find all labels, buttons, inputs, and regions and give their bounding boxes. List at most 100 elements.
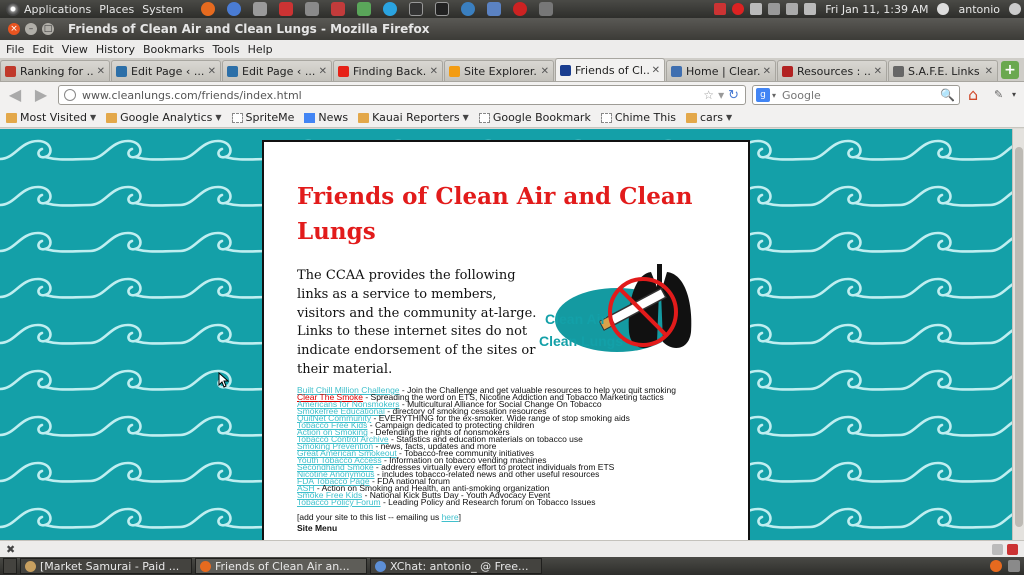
tab-close-icon[interactable]: ✕: [430, 66, 438, 77]
vertical-scrollbar[interactable]: [1012, 129, 1024, 540]
site-identity-icon[interactable]: [64, 89, 76, 101]
panel-launchers: [195, 2, 559, 16]
acrobat-launcher-icon[interactable]: [331, 2, 346, 16]
menu-view[interactable]: View: [62, 43, 88, 56]
bookmark-news[interactable]: News: [304, 111, 348, 124]
addon-dropdown-icon[interactable]: ▾: [1012, 90, 1016, 99]
package-launcher-icon[interactable]: [253, 2, 268, 16]
battery-icon[interactable]: [768, 3, 781, 15]
tab-8[interactable]: S.A.F.E. Links ✕: [888, 60, 998, 81]
menu-bookmarks[interactable]: Bookmarks: [143, 43, 204, 56]
shopping-launcher-icon[interactable]: [357, 2, 372, 16]
top-menu-applications[interactable]: Applications: [24, 3, 91, 16]
media-launcher-icon[interactable]: [279, 2, 294, 16]
wifi-icon[interactable]: [786, 3, 799, 15]
panel-clock[interactable]: Fri Jan 11, 1:39 AM: [825, 3, 928, 16]
search-engine-icon[interactable]: g: [756, 88, 770, 102]
taskbar-item-2[interactable]: XChat: antonio_ @ Free...: [370, 558, 542, 574]
show-desktop-button[interactable]: [3, 558, 17, 574]
tab-3[interactable]: Finding Back... ✕: [333, 60, 443, 81]
addon-icon[interactable]: ✎: [994, 88, 1003, 101]
window-title-bar[interactable]: × – □ Friends of Clean Air and Clean Lun…: [0, 18, 1024, 40]
monitor-launcher-icon[interactable]: [409, 2, 424, 16]
tab-close-icon[interactable]: ✕: [541, 66, 549, 77]
taskbar-item-1[interactable]: Friends of Clean Air an...: [195, 558, 367, 574]
home-icon[interactable]: ⌂: [968, 87, 986, 103]
top-menu-places[interactable]: Places: [99, 3, 134, 16]
reload-icon[interactable]: ↻: [728, 88, 739, 103]
top-menu-system[interactable]: System: [142, 3, 183, 16]
tab-close-icon[interactable]: ✕: [874, 66, 882, 77]
status-close-icon[interactable]: ✖: [6, 543, 15, 556]
tab-favicon-icon: [116, 65, 127, 77]
menu-help[interactable]: Help: [248, 43, 273, 56]
panel-user[interactable]: antonio: [958, 3, 1000, 16]
page-title: Friends of Clean Air and Clean Lungs: [297, 183, 693, 245]
taskbar-item-0[interactable]: [Market Samurai - Paid ...: [20, 558, 192, 574]
tab-0[interactable]: Ranking for ... ✕: [0, 60, 110, 81]
help-launcher-icon[interactable]: [227, 2, 242, 16]
tab-close-icon[interactable]: ✕: [208, 66, 216, 77]
tool-launcher-icon[interactable]: [513, 2, 528, 16]
terminal-launcher-icon[interactable]: [435, 2, 450, 16]
tab-4[interactable]: Site Explorer... ✕: [444, 60, 554, 81]
taskbar: [Market Samurai - Paid ... Friends of Cle…: [0, 557, 1024, 575]
menu-edit[interactable]: Edit: [32, 43, 53, 56]
url-bar[interactable]: www.cleanlungs.com/friends/index.html ☆ …: [58, 85, 746, 105]
tab-1[interactable]: Edit Page ‹ ... ✕: [111, 60, 221, 81]
firefox-tray-icon[interactable]: [990, 560, 1002, 572]
alert-icon[interactable]: [732, 3, 745, 15]
window-maximize-button[interactable]: □: [42, 23, 54, 35]
bookmark-chime-this[interactable]: Chime This: [600, 111, 676, 124]
search-input[interactable]: [782, 88, 933, 102]
firefox-launcher-icon[interactable]: [201, 2, 216, 16]
tab-7[interactable]: Resources : ... ✕: [777, 60, 887, 81]
bookmark-star-icon[interactable]: ☆: [703, 88, 714, 102]
resource-link[interactable]: Tobacco Policy Forum: [297, 497, 381, 507]
bookmark-kauai-reporters[interactable]: Kauai Reporters ▼: [358, 111, 469, 124]
menu-file[interactable]: File: [6, 43, 24, 56]
window-close-button[interactable]: ×: [8, 23, 20, 35]
bookmark-spriteme[interactable]: SpriteMe: [231, 111, 294, 124]
tab-2[interactable]: Edit Page ‹ ... ✕: [222, 60, 332, 81]
email-here-link[interactable]: here: [442, 512, 459, 522]
tab-close-icon[interactable]: ✕: [319, 66, 327, 77]
network-launcher-icon[interactable]: [461, 2, 476, 16]
url-text[interactable]: www.cleanlungs.com/friends/index.html: [82, 89, 703, 102]
url-dropdown-icon[interactable]: ▾: [718, 88, 724, 102]
wand-launcher-icon[interactable]: [539, 2, 554, 16]
ubuntu-logo-icon[interactable]: [6, 2, 20, 16]
pencil-launcher-icon[interactable]: [305, 2, 320, 16]
search-icon[interactable]: 🔍: [940, 88, 955, 102]
menu-tools[interactable]: Tools: [212, 43, 239, 56]
tab-close-icon[interactable]: ✕: [97, 66, 105, 77]
bookmark-google-analytics[interactable]: Google Analytics ▼: [106, 111, 222, 124]
page-viewport[interactable]: Friends of Clean Air and Clean Lungs The…: [0, 129, 1012, 540]
cpu-monitor-icon[interactable]: [714, 3, 727, 15]
tab-close-icon[interactable]: ✕: [652, 65, 660, 76]
mail-icon[interactable]: [750, 3, 763, 15]
bookmark-page-icon: [600, 112, 612, 123]
scrollbar-thumb[interactable]: [1015, 147, 1023, 527]
new-tab-button[interactable]: +: [1001, 61, 1019, 79]
window-minimize-button[interactable]: –: [25, 23, 37, 35]
power-icon[interactable]: [1009, 3, 1021, 15]
clipboard-icon[interactable]: [992, 543, 1003, 555]
bookmark-cars[interactable]: cars ▼: [686, 111, 732, 124]
bookmark-most-visited[interactable]: Most Visited ▼: [6, 111, 96, 124]
workspace-switcher-icon[interactable]: [1008, 560, 1020, 572]
search-bar[interactable]: g ▾ 🔍: [752, 85, 960, 105]
menu-history[interactable]: History: [96, 43, 135, 56]
volume-icon[interactable]: [804, 3, 817, 15]
back-button[interactable]: ◀: [4, 85, 26, 105]
skype-launcher-icon[interactable]: [383, 2, 398, 16]
search-engine-arrow-icon[interactable]: ▾: [772, 91, 776, 100]
extension-status-icon[interactable]: [1007, 543, 1018, 555]
bookmark-google-bookmark[interactable]: Google Bookmark: [478, 111, 591, 124]
remote-launcher-icon[interactable]: [487, 2, 502, 16]
forward-button[interactable]: ▶: [30, 85, 52, 105]
tab-close-icon[interactable]: ✕: [985, 66, 993, 77]
tab-5[interactable]: Friends of Cl... ✕: [555, 58, 665, 81]
tab-6[interactable]: Home | Clear... ✕: [666, 60, 776, 81]
tab-close-icon[interactable]: ✕: [763, 66, 771, 77]
